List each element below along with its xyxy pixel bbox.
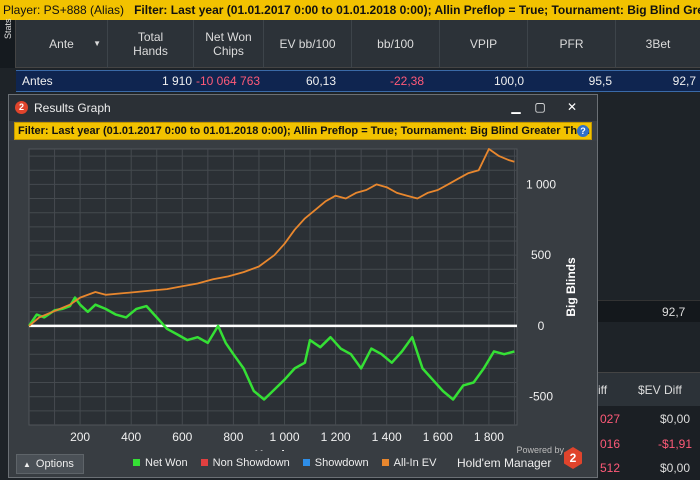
legend-swatch: [200, 459, 208, 466]
bg-cell: 016: [600, 437, 621, 451]
bg-summary-row: 92,7: [598, 300, 700, 322]
col-net-won-label: Net Won Chips: [205, 30, 252, 58]
legend-item[interactable]: Showdown: [302, 457, 369, 469]
y-tick-label: 0: [538, 319, 545, 333]
stats-table-header: Ante ▼ Total Hands Net Won Chips EV bb/10…: [16, 20, 700, 68]
bg-cell: 027: [600, 412, 621, 426]
x-tick-label: 1 200: [321, 430, 351, 444]
maximize-button[interactable]: ▢: [529, 98, 551, 116]
cell-net-won: -10 064 763: [196, 74, 261, 88]
cell-ante: Antes: [22, 74, 53, 88]
plot-background: [28, 148, 518, 426]
filter-text: Filter: Last year (01.01.2017 0:00 to 01…: [134, 3, 700, 17]
x-tick-label: 400: [121, 430, 141, 444]
minimize-button[interactable]: ▁: [505, 98, 527, 116]
bg-col-diff: iff: [598, 383, 608, 397]
legend-item[interactable]: Non Showdown: [200, 457, 290, 469]
cell-total-hands: 1 910: [161, 74, 192, 88]
help-icon[interactable]: ?: [577, 125, 589, 137]
legend-label: Showdown: [314, 457, 369, 469]
options-label: Options: [35, 458, 74, 470]
chevron-down-icon[interactable]: ▼: [93, 37, 101, 51]
bg-cell: $0,00: [660, 461, 691, 475]
col-3bet-label: 3Bet: [645, 37, 671, 51]
legend-label: Net Won: [145, 457, 188, 469]
filter-bar: Player: PS+888 (Alias) Filter: Last year…: [0, 0, 700, 20]
chart-area: 200 400 600 800 1 000 1 200 1 400 1 600 1 800 1 0…: [9, 141, 597, 477]
col-vpip[interactable]: VPIP: [440, 20, 528, 68]
legend-item[interactable]: Net Won: [133, 457, 188, 469]
table-row[interactable]: Antes 1 910 -10 064 763 60,13 -22,38 100…: [16, 70, 700, 92]
bg-cell: 512: [600, 461, 621, 475]
x-axis-title: Hands: [255, 448, 292, 451]
col-ev-bb100[interactable]: EV bb/100: [264, 20, 352, 68]
col-net-won[interactable]: Net Won Chips: [194, 20, 264, 68]
stats-tab[interactable]: Stats: [0, 18, 16, 68]
col-bb100-label: bb/100: [377, 37, 414, 51]
legend-label: Non Showdown: [212, 457, 290, 469]
close-button[interactable]: ✕: [559, 98, 585, 116]
y-tick-label: 500: [531, 248, 551, 262]
col-ev-bb100-label: EV bb/100: [279, 37, 336, 51]
col-ante-label: Ante: [49, 37, 74, 51]
window-title: Results Graph: [34, 101, 111, 115]
results-graph-window[interactable]: 2 Results Graph ▁ ▢ ✕ Filter: Last year …: [8, 94, 598, 478]
player-label: Player: PS+888 (Alias): [3, 3, 125, 17]
options-button[interactable]: ▲ Options: [16, 454, 84, 474]
legend-item[interactable]: All-In EV: [381, 457, 437, 469]
cell-pfr: 95,5: [588, 74, 612, 88]
legend-swatch: [381, 459, 389, 466]
x-tick-label: 1 600: [423, 430, 453, 444]
col-3bet[interactable]: 3Bet: [616, 20, 700, 68]
bg-table-rows: 027 $0,00 016 -$1,91 512 $0,00: [598, 406, 700, 480]
chevron-up-icon: ▲: [23, 460, 31, 469]
graph-filter-text: Filter: Last year (01.01.2017 0:00 to 01…: [18, 125, 592, 137]
x-tick-label: 600: [172, 430, 192, 444]
bg-cell: $0,00: [660, 412, 691, 426]
x-tick-label: 1 400: [372, 430, 402, 444]
stats-tab-label: Stats: [3, 18, 13, 39]
legend-swatch: [133, 459, 140, 466]
window-titlebar[interactable]: 2 Results Graph ▁ ▢ ✕: [9, 95, 597, 121]
results-chart: 200 400 600 800 1 000 1 200 1 400 1 600 1 800 1 0…: [27, 148, 578, 462]
col-pfr-label: PFR: [559, 37, 584, 51]
col-pfr[interactable]: PFR: [528, 20, 616, 68]
x-tick-label: 1 000: [269, 430, 299, 444]
cell-ev-bb100: 60,13: [305, 74, 336, 88]
x-tick-label: 1 800: [474, 430, 504, 444]
y-axis-title: Big Blinds: [564, 257, 578, 317]
bg-summary-value: 92,7: [662, 305, 686, 319]
col-ante[interactable]: Ante ▼: [16, 20, 108, 68]
col-vpip-label: VPIP: [469, 37, 498, 51]
cell-3bet: 92,7: [672, 74, 696, 88]
legend-swatch: [302, 459, 310, 466]
graph-filter-bar: Filter: Last year (01.01.2017 0:00 to 01…: [14, 122, 592, 140]
y-tick-label: -500: [529, 390, 553, 404]
x-tick-label: 200: [70, 430, 90, 444]
x-tick-label: 800: [223, 430, 243, 444]
col-total-hands[interactable]: Total Hands: [108, 20, 194, 68]
cell-vpip: 100,0: [493, 74, 524, 88]
app-logo-icon: 2: [15, 101, 28, 114]
col-total-hands-label: Total Hands: [133, 30, 168, 58]
bg-col-ev-diff: $EV Diff: [638, 383, 682, 397]
chart-legend: Net Won Non Showdown Showdown All-In EV: [133, 457, 446, 473]
col-bb100[interactable]: bb/100: [352, 20, 440, 68]
legend-label: All-In EV: [393, 457, 437, 469]
bg-table-header: iff $EV Diff: [598, 372, 700, 406]
y-tick-label: 1 000: [526, 177, 556, 191]
powered-by-label: Powered by: [516, 445, 564, 455]
bg-cell: -$1,91: [658, 437, 693, 451]
brand-name: Hold'em Manager: [457, 456, 552, 470]
cell-bb100: -22,38: [389, 74, 424, 88]
